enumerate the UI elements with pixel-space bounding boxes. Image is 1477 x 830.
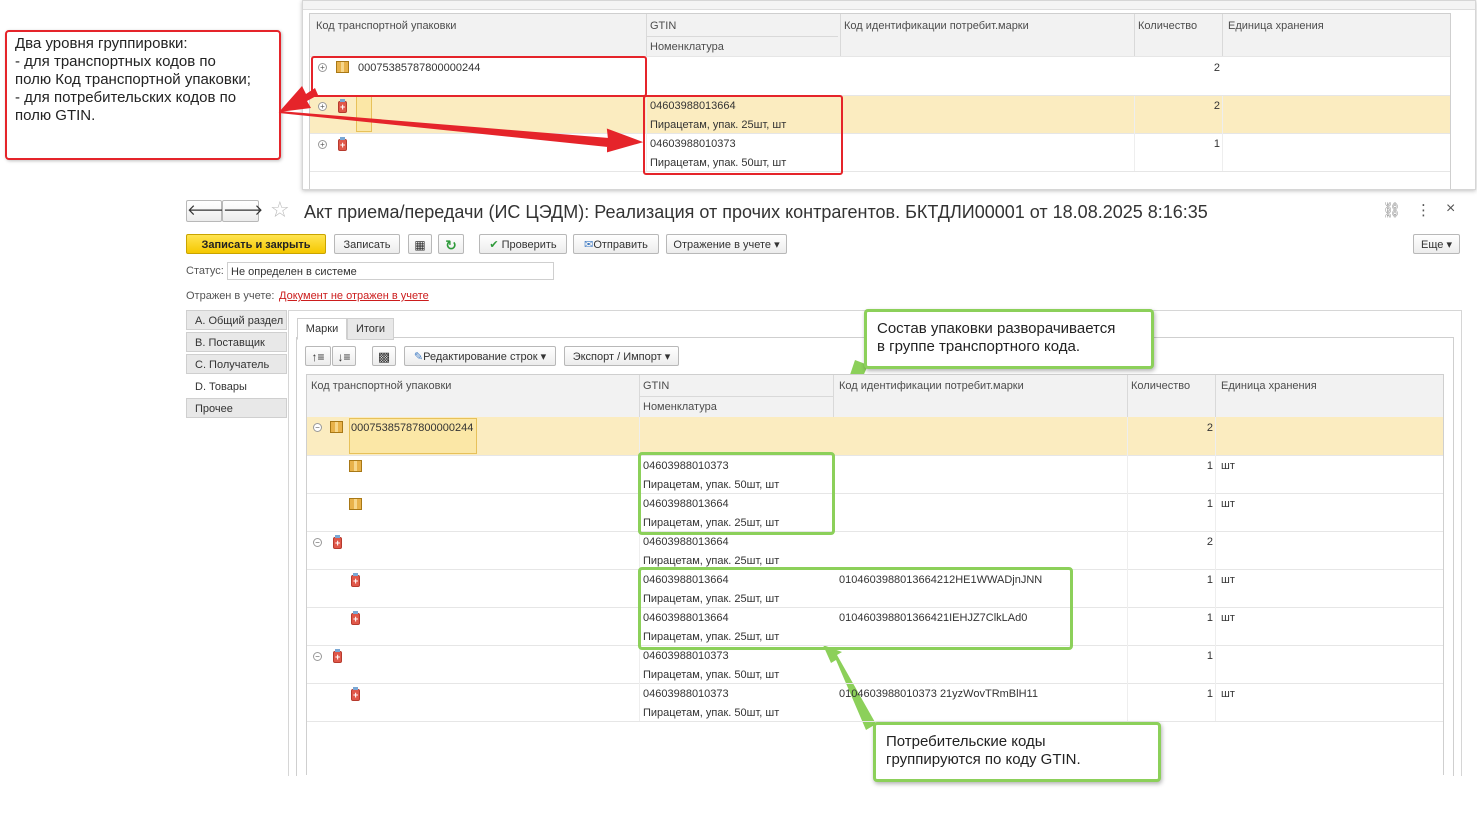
col-nomenclature[interactable]: Номенклатура: [643, 401, 717, 413]
close-icon[interactable]: ×: [1446, 200, 1455, 218]
table-row-selected[interactable]: [307, 417, 1443, 455]
quantity: 1: [1206, 612, 1213, 624]
structure-icon[interactable]: ▦: [408, 234, 432, 254]
quantity: 2: [1206, 422, 1213, 434]
collapse-icon[interactable]: −: [313, 538, 322, 547]
collapse-icon[interactable]: −: [313, 652, 322, 661]
export-import-dropdown[interactable]: Экспорт / Импорт ▾: [564, 346, 679, 366]
status-field[interactable]: Не определен в системе: [227, 262, 554, 280]
medicine-icon: [351, 687, 360, 701]
back-button[interactable]: 🡐: [186, 200, 227, 222]
medicine-icon: [351, 573, 360, 587]
more-label: Еще: [1421, 239, 1444, 251]
save-button[interactable]: Записать: [334, 234, 400, 254]
more-button[interactable]: Еще ▾: [1413, 234, 1460, 254]
col-quantity[interactable]: Количество: [1131, 380, 1190, 392]
unit: шт: [1221, 688, 1235, 700]
gtin: 04603988010373: [643, 650, 729, 662]
send-icon: ✉: [584, 239, 594, 251]
tab-marks[interactable]: Марки: [297, 318, 347, 340]
sidebar-item-supplier[interactable]: B. Поставщик: [186, 332, 287, 352]
red-arrow-up: [279, 86, 318, 112]
check-icon: ✔: [489, 239, 502, 251]
chevron-down-icon: ▾: [774, 239, 780, 251]
forward-button[interactable]: 🡒: [222, 200, 263, 222]
refresh-icon[interactable]: ↻: [438, 234, 464, 254]
collapse-icon[interactable]: −: [313, 423, 322, 432]
send-label: Отправить: [593, 239, 648, 251]
highlight-consumer-codes: [638, 567, 1073, 650]
unit: шт: [1221, 574, 1235, 586]
edit-rows-dropdown[interactable]: ✎Редактирование строк ▾: [404, 346, 556, 366]
export-import-label: Экспорт / Импорт: [572, 351, 662, 363]
status-label: Статус:: [186, 265, 224, 277]
nomenclature: Пирацетам, упак. 50шт, шт: [643, 669, 780, 681]
chevron-down-icon: ▾: [664, 351, 671, 363]
link-icon[interactable]: ⛓: [1382, 201, 1401, 219]
green-annotation-top: Состав упаковки разворачивается в группе…: [864, 309, 1154, 369]
medicine-icon: [351, 611, 360, 625]
sort-asc-icon[interactable]: ↑≡: [305, 346, 331, 366]
sidebar-item-other[interactable]: Прочее: [186, 398, 287, 418]
send-button[interactable]: ✉Отправить: [573, 234, 659, 254]
package-icon: [349, 498, 362, 510]
check-button[interactable]: ✔ Проверить: [479, 234, 567, 254]
sidebar-item-goods[interactable]: D. Товары: [186, 376, 287, 396]
consumer-code: 0104603988010373 21yzWovTRmBlH11: [839, 688, 1038, 700]
unit: шт: [1221, 498, 1235, 510]
save-close-button[interactable]: Записать и закрыть: [186, 234, 326, 254]
accounting-label: Отражение в учете: [673, 239, 772, 251]
col-consumer-code[interactable]: Код идентификации потребит.марки: [839, 380, 1024, 392]
quantity: 1: [1206, 650, 1213, 662]
quantity: 1: [1206, 574, 1213, 586]
tab-totals[interactable]: Итоги: [347, 318, 394, 340]
more-menu-icon[interactable]: ⋮: [1416, 201, 1431, 219]
quantity: 1: [1206, 460, 1213, 472]
green-annotation-bottom: Потребительские коды группируются по код…: [873, 722, 1161, 782]
gtin: 04603988010373: [643, 688, 729, 700]
transport-code: 00075385787800000244: [351, 422, 474, 434]
quantity: 2: [1206, 536, 1213, 548]
highlight-package-contents: [638, 452, 835, 535]
gtin: 04603988013664: [643, 536, 729, 548]
medicine-icon: [333, 535, 342, 549]
package-icon: [330, 421, 343, 433]
col-transport-code[interactable]: Код транспортной упаковки: [311, 380, 451, 392]
sidebar-item-recipient[interactable]: C. Получатель: [186, 354, 287, 374]
quantity: 1: [1206, 688, 1213, 700]
package-icon: [349, 460, 362, 472]
chevron-down-icon: ▾: [540, 351, 547, 363]
edit-rows-label: Редактирование строк: [423, 351, 538, 363]
unit: шт: [1221, 460, 1235, 472]
accounting-status-link[interactable]: Документ не отражен в учете: [279, 290, 429, 302]
qr-code-icon[interactable]: ▩: [372, 346, 396, 366]
medicine-icon: [333, 649, 342, 663]
chevron-down-icon: ▾: [1446, 239, 1452, 251]
nomenclature: Пирацетам, упак. 25шт, шт: [643, 555, 780, 567]
star-icon[interactable]: ☆: [270, 197, 290, 223]
red-arrow-right: [278, 111, 644, 153]
col-gtin[interactable]: GTIN: [643, 380, 669, 392]
accounting-dropdown[interactable]: Отражение в учете ▾: [666, 234, 787, 254]
sort-desc-icon[interactable]: ↓≡: [332, 346, 356, 366]
quantity: 1: [1206, 498, 1213, 510]
nomenclature: Пирацетам, упак. 50шт, шт: [643, 707, 780, 719]
accounting-status-label: Отражен в учете:: [186, 290, 275, 302]
pencil-icon: ✎: [413, 351, 424, 363]
unit: шт: [1221, 612, 1235, 624]
sidebar-item-general[interactable]: А. Общий раздел: [186, 310, 287, 330]
window-title: Акт приема/передачи (ИС ЦЭДМ): Реализаци…: [304, 202, 1208, 222]
check-label: Проверить: [501, 239, 557, 251]
col-unit[interactable]: Единица хранения: [1221, 380, 1317, 392]
